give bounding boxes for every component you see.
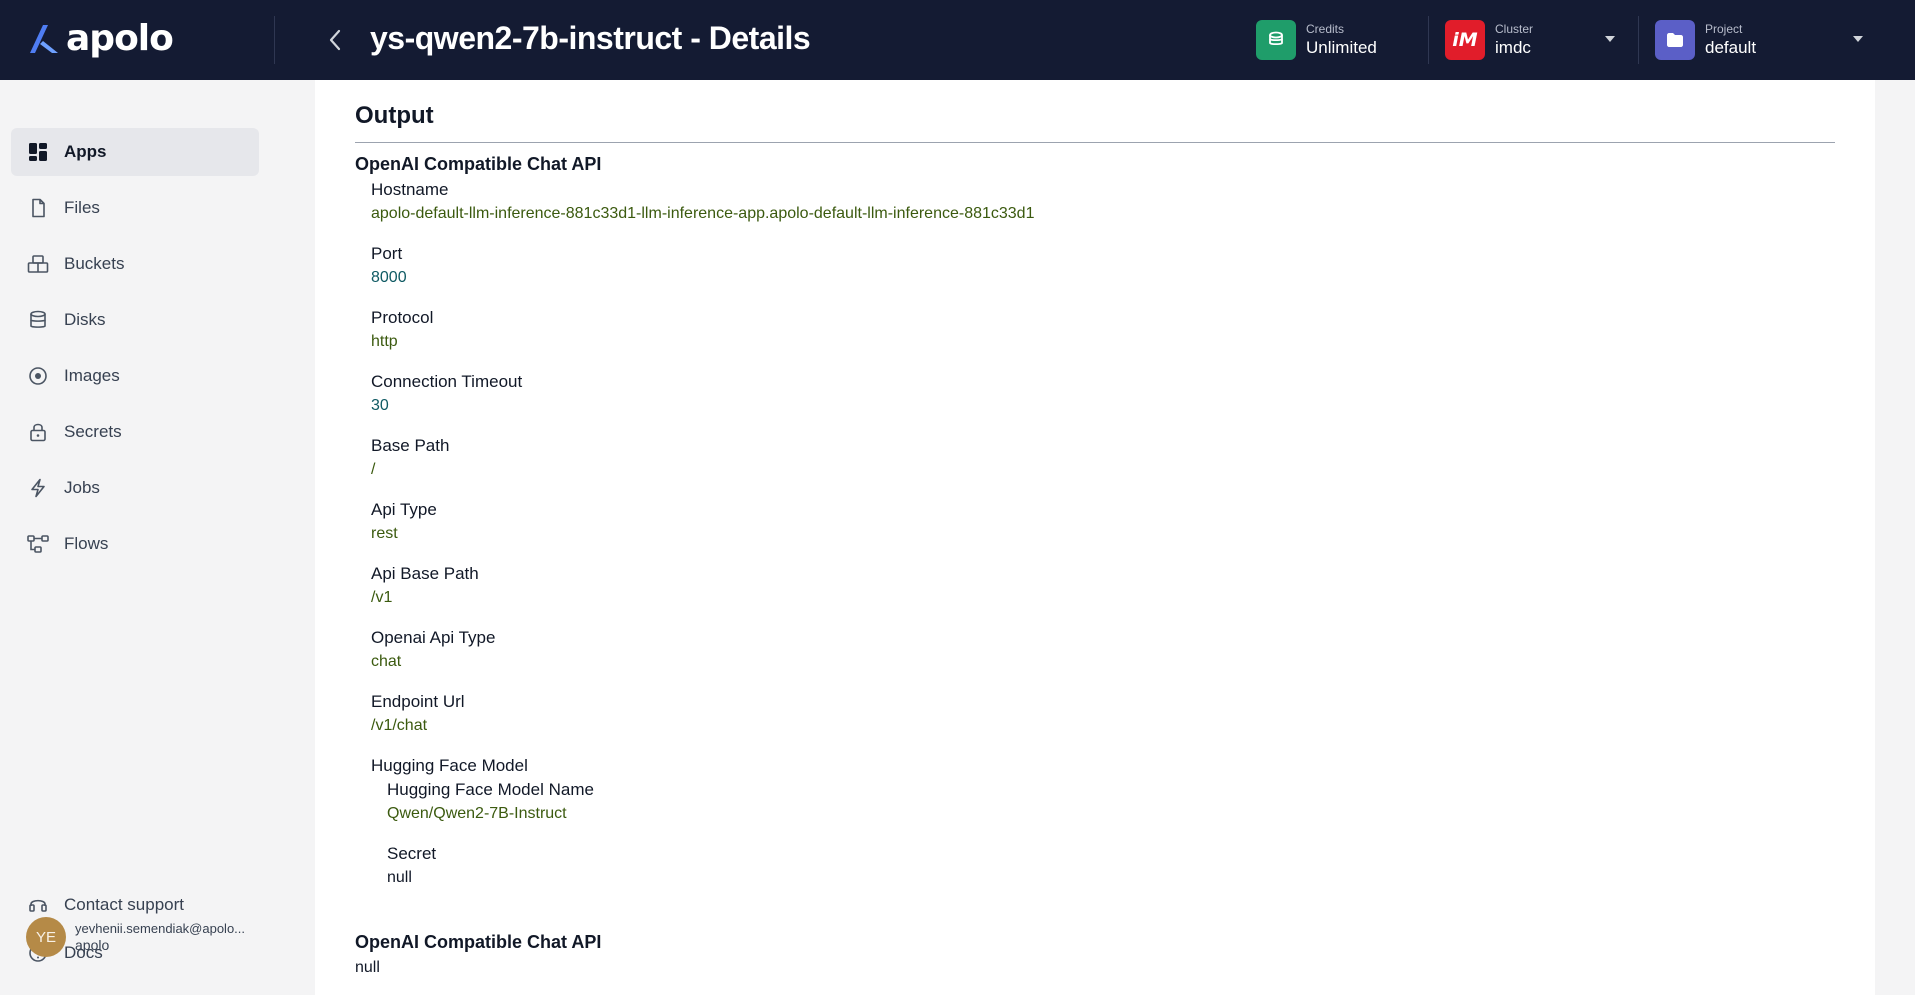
apps-grid-icon bbox=[27, 141, 49, 163]
project-label: Project bbox=[1705, 22, 1743, 36]
header-divider bbox=[274, 16, 275, 64]
sidebar-item-label: Apps bbox=[64, 142, 107, 161]
chevron-down-icon[interactable] bbox=[1605, 36, 1615, 42]
field-value-api-base-path: /v1 bbox=[371, 589, 393, 606]
field-value-hostname: apolo-default-llm-inference-881c33d1-llm… bbox=[371, 205, 1035, 222]
sidebar-item-label: Jobs bbox=[64, 478, 100, 497]
field-label-protocol: Protocol bbox=[371, 308, 434, 327]
flow-icon bbox=[27, 533, 49, 555]
field-label-port: Port bbox=[371, 244, 403, 263]
field-label-secret: Secret bbox=[387, 844, 437, 863]
sidebar-item-label: Flows bbox=[64, 534, 109, 553]
image-disc-icon bbox=[27, 365, 49, 387]
sidebar: Apps Files Buckets Disks Images Secrets bbox=[0, 80, 274, 995]
user-menu[interactable]: YE yevhenii.semendiak@apolo... apolo bbox=[26, 917, 245, 957]
sidebar-item-label: Disks bbox=[64, 310, 106, 329]
top-bar: apolo ys-qwen2-7b-instruct - Details Cre… bbox=[0, 0, 1915, 80]
apolo-logo[interactable]: apolo bbox=[26, 18, 174, 59]
field-label-api-type: Api Type bbox=[371, 500, 437, 519]
cluster-label: Cluster bbox=[1495, 22, 1534, 36]
apolo-logo-icon bbox=[30, 24, 58, 53]
user-email: yevhenii.semendiak@apolo... bbox=[75, 921, 246, 936]
section-title: Output bbox=[355, 102, 434, 129]
sidebar-item-label: Buckets bbox=[64, 254, 125, 273]
credits-value: Unlimited bbox=[1306, 38, 1377, 57]
cluster-selector[interactable]: iM Cluster imdc bbox=[1445, 18, 1615, 62]
sidebar-item-apps[interactable]: Apps bbox=[11, 128, 259, 176]
field-value-openai-api-type: chat bbox=[371, 653, 402, 670]
field-value-secret: null bbox=[387, 869, 412, 886]
field-label-hostname: Hostname bbox=[371, 180, 449, 199]
file-icon bbox=[27, 197, 49, 219]
field-value-port: 8000 bbox=[371, 269, 407, 286]
section-divider bbox=[355, 142, 1835, 143]
field-value-base-path: / bbox=[371, 461, 376, 478]
sidebar-item-label: Files bbox=[64, 198, 100, 217]
field-value-connection-timeout: 30 bbox=[371, 397, 389, 414]
sidebar-item-secrets[interactable]: Secrets bbox=[11, 408, 259, 456]
field-label-endpoint-url: Endpoint Url bbox=[371, 692, 465, 711]
group-title: OpenAI Compatible Chat API bbox=[355, 154, 602, 174]
sidebar-item-jobs[interactable]: Jobs bbox=[11, 464, 259, 512]
cluster-value: imdc bbox=[1495, 38, 1531, 57]
sidebar-item-label: Images bbox=[64, 366, 120, 385]
sidebar-item-disks[interactable]: Disks bbox=[11, 296, 259, 344]
field-label-hf-model: Hugging Face Model bbox=[371, 756, 528, 775]
cluster-logo-icon: iM bbox=[1445, 20, 1485, 60]
field-label-api-base-path: Api Base Path bbox=[371, 564, 479, 583]
chevron-left-icon bbox=[329, 29, 341, 51]
user-org: apolo bbox=[75, 937, 110, 953]
page-title: ys-qwen2-7b-instruct - Details bbox=[370, 20, 811, 56]
sidebar-item-buckets[interactable]: Buckets bbox=[11, 240, 259, 288]
cluster-logo-text: iM bbox=[1452, 29, 1478, 51]
header-separator bbox=[1638, 16, 1639, 64]
logo-text: apolo bbox=[66, 18, 174, 59]
field-value-hf-model-name: Qwen/Qwen2-7B-Instruct bbox=[387, 805, 567, 822]
group-title-secondary: OpenAI Compatible Chat API bbox=[355, 932, 602, 952]
output-panel: Output OpenAI Compatible Chat API Hostna… bbox=[315, 80, 1875, 995]
field-value-api-type: rest bbox=[371, 525, 398, 542]
database-icon bbox=[27, 309, 49, 331]
sidebar-item-flows[interactable]: Flows bbox=[11, 520, 259, 568]
coins-icon bbox=[1256, 20, 1296, 60]
headset-icon bbox=[27, 894, 49, 916]
credits-widget: Credits Unlimited bbox=[1256, 18, 1377, 62]
credits-label: Credits bbox=[1306, 22, 1345, 36]
group-value-secondary: null bbox=[355, 959, 380, 976]
avatar: YE bbox=[26, 917, 66, 957]
field-label-base-path: Base Path bbox=[371, 436, 450, 455]
folder-icon bbox=[1655, 20, 1695, 60]
lightning-icon bbox=[27, 477, 49, 499]
sidebar-item-label: Secrets bbox=[64, 422, 122, 441]
field-label-hf-model-name: Hugging Face Model Name bbox=[387, 780, 594, 799]
contact-support-label: Contact support bbox=[64, 895, 185, 914]
field-label-connection-timeout: Connection Timeout bbox=[371, 372, 523, 391]
field-value-protocol: http bbox=[371, 333, 398, 350]
chevron-down-icon[interactable] bbox=[1853, 36, 1863, 42]
project-selector[interactable]: Project default bbox=[1655, 18, 1865, 62]
field-label-openai-api-type: Openai Api Type bbox=[371, 628, 496, 647]
project-value: default bbox=[1705, 38, 1757, 57]
sidebar-item-files[interactable]: Files bbox=[11, 184, 259, 232]
lock-icon bbox=[27, 421, 49, 443]
bucket-icon bbox=[27, 253, 49, 275]
header-separator bbox=[1428, 16, 1429, 64]
sidebar-item-images[interactable]: Images bbox=[11, 352, 259, 400]
field-value-endpoint-url: /v1/chat bbox=[371, 717, 428, 734]
back-button[interactable] bbox=[318, 22, 352, 58]
